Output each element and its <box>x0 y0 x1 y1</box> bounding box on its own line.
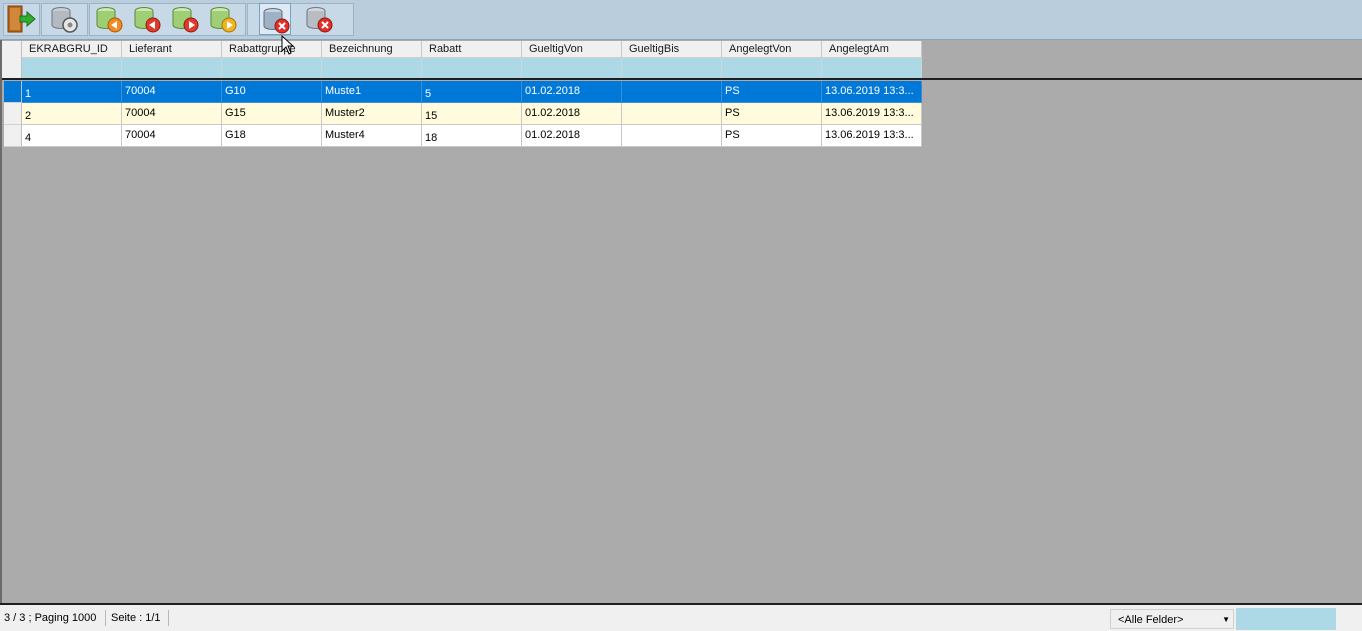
table-cell[interactable]: 15 <box>422 103 522 125</box>
status-separator <box>168 610 169 626</box>
filter-cell-rabatt[interactable] <box>422 58 522 78</box>
table-cell[interactable]: 4 <box>22 125 122 147</box>
table-cell[interactable]: G15 <box>222 103 322 125</box>
table-cell[interactable]: Muster2 <box>322 103 422 125</box>
table-cell[interactable]: 13.06.2019 13:3... <box>822 125 922 147</box>
table-cell[interactable]: PS <box>722 81 822 103</box>
chevron-down-icon: ▼ <box>1222 615 1230 624</box>
table-cell[interactable]: 01.02.2018 <box>522 103 622 125</box>
column-header-rabatt[interactable]: Rabatt <box>422 41 522 58</box>
table-row[interactable]: 2 70004 G15 Muster2 15 01.02.2018 PS 13.… <box>22 103 922 125</box>
column-header-angelegtvon[interactable]: AngelegtVon <box>722 41 822 58</box>
db-delete-icon <box>263 8 290 34</box>
filter-cell-gueltigvon[interactable] <box>522 58 622 78</box>
table-cell[interactable]: 01.02.2018 <box>522 125 622 147</box>
search-input[interactable] <box>1236 608 1336 630</box>
filter-cell-lieferant[interactable] <box>122 58 222 78</box>
toolbar <box>0 0 1362 40</box>
mouse-cursor-icon <box>281 35 295 55</box>
table-cell[interactable] <box>622 125 722 147</box>
row-indicator[interactable] <box>4 103 22 125</box>
delete-all-button[interactable] <box>303 3 335 35</box>
filter-cell-gueltigbis[interactable] <box>622 58 722 78</box>
table-cell[interactable]: PS <box>722 103 822 125</box>
grid-separator <box>2 78 1362 80</box>
column-header-ekrabgru-id[interactable]: EKRABGRU_ID <box>22 41 122 58</box>
exit-door-icon <box>7 5 36 33</box>
page-info-label: Seite : 1/1 <box>111 612 161 624</box>
db-delete-all-icon <box>306 7 333 33</box>
db-gear-icon <box>51 7 78 33</box>
table-cell[interactable]: 18 <box>422 125 522 147</box>
db-prev-icon <box>134 7 161 33</box>
db-next-icon <box>172 7 199 33</box>
column-header-gueltigvon[interactable]: GueltigVon <box>522 41 622 58</box>
previous-record-button[interactable] <box>131 3 163 35</box>
column-header-gueltigbis[interactable]: GueltigBis <box>622 41 722 58</box>
table-cell[interactable]: 70004 <box>122 81 222 103</box>
table-cell[interactable] <box>622 103 722 125</box>
db-last-icon <box>210 7 237 33</box>
table-cell[interactable]: PS <box>722 125 822 147</box>
table-cell[interactable]: 1 <box>22 81 122 103</box>
table-cell[interactable]: Muste1 <box>322 81 422 103</box>
column-header-bezeichnung[interactable]: Bezeichnung <box>322 41 422 58</box>
table-cell[interactable] <box>622 81 722 103</box>
column-header-rabattgruppe[interactable]: Rabattgruppe <box>222 41 322 58</box>
row-indicator[interactable] <box>4 81 22 103</box>
db-first-icon <box>96 7 123 33</box>
table-cell[interactable]: 5 <box>422 81 522 103</box>
filter-cell-angelegtvon[interactable] <box>722 58 822 78</box>
table-cell[interactable]: 13.06.2019 13:3... <box>822 103 922 125</box>
row-indicator[interactable] <box>4 125 22 147</box>
grid-filter-row <box>22 58 922 78</box>
next-record-button[interactable] <box>169 3 201 35</box>
filter-cell-bezeichnung[interactable] <box>322 58 422 78</box>
filter-cell-angelegtam[interactable] <box>822 58 922 78</box>
grid-header-row: EKRABGRU_ID Lieferant Rabattgruppe Bezei… <box>22 41 922 58</box>
field-select[interactable]: <Alle Felder> ▼ <box>1110 609 1234 629</box>
table-row[interactable]: 4 70004 G18 Muster4 18 01.02.2018 PS 13.… <box>22 125 922 147</box>
field-select-value: <Alle Felder> <box>1118 614 1184 626</box>
table-cell[interactable]: G18 <box>222 125 322 147</box>
table-cell[interactable]: 70004 <box>122 125 222 147</box>
data-grid: EKRABGRU_ID Lieferant Rabattgruppe Bezei… <box>0 40 1362 603</box>
status-bar: 3 / 3 ; Paging 1000 Seite : 1/1 <Alle Fe… <box>0 603 1362 631</box>
filter-cell-rabattgruppe[interactable] <box>222 58 322 78</box>
table-cell[interactable]: 13.06.2019 13:3... <box>822 81 922 103</box>
table-cell[interactable]: Muster4 <box>322 125 422 147</box>
last-record-button[interactable] <box>207 3 239 35</box>
settings-button[interactable] <box>48 3 80 35</box>
filter-cell-ekrabgru-id[interactable] <box>22 58 122 78</box>
table-row[interactable]: 1 70004 G10 Muste1 5 01.02.2018 PS 13.06… <box>22 81 922 103</box>
first-record-button[interactable] <box>93 3 125 35</box>
delete-record-button[interactable] <box>259 3 291 35</box>
record-count-label: 3 / 3 ; Paging 1000 <box>4 612 97 624</box>
column-header-angelegtam[interactable]: AngelegtAm <box>822 41 922 58</box>
column-header-lieferant[interactable]: Lieferant <box>122 41 222 58</box>
table-cell[interactable]: 01.02.2018 <box>522 81 622 103</box>
grid-corner[interactable] <box>2 41 22 78</box>
table-cell[interactable]: G10 <box>222 81 322 103</box>
status-separator <box>105 610 106 626</box>
table-cell[interactable]: 2 <box>22 103 122 125</box>
exit-button[interactable] <box>5 3 37 35</box>
table-cell[interactable]: 70004 <box>122 103 222 125</box>
